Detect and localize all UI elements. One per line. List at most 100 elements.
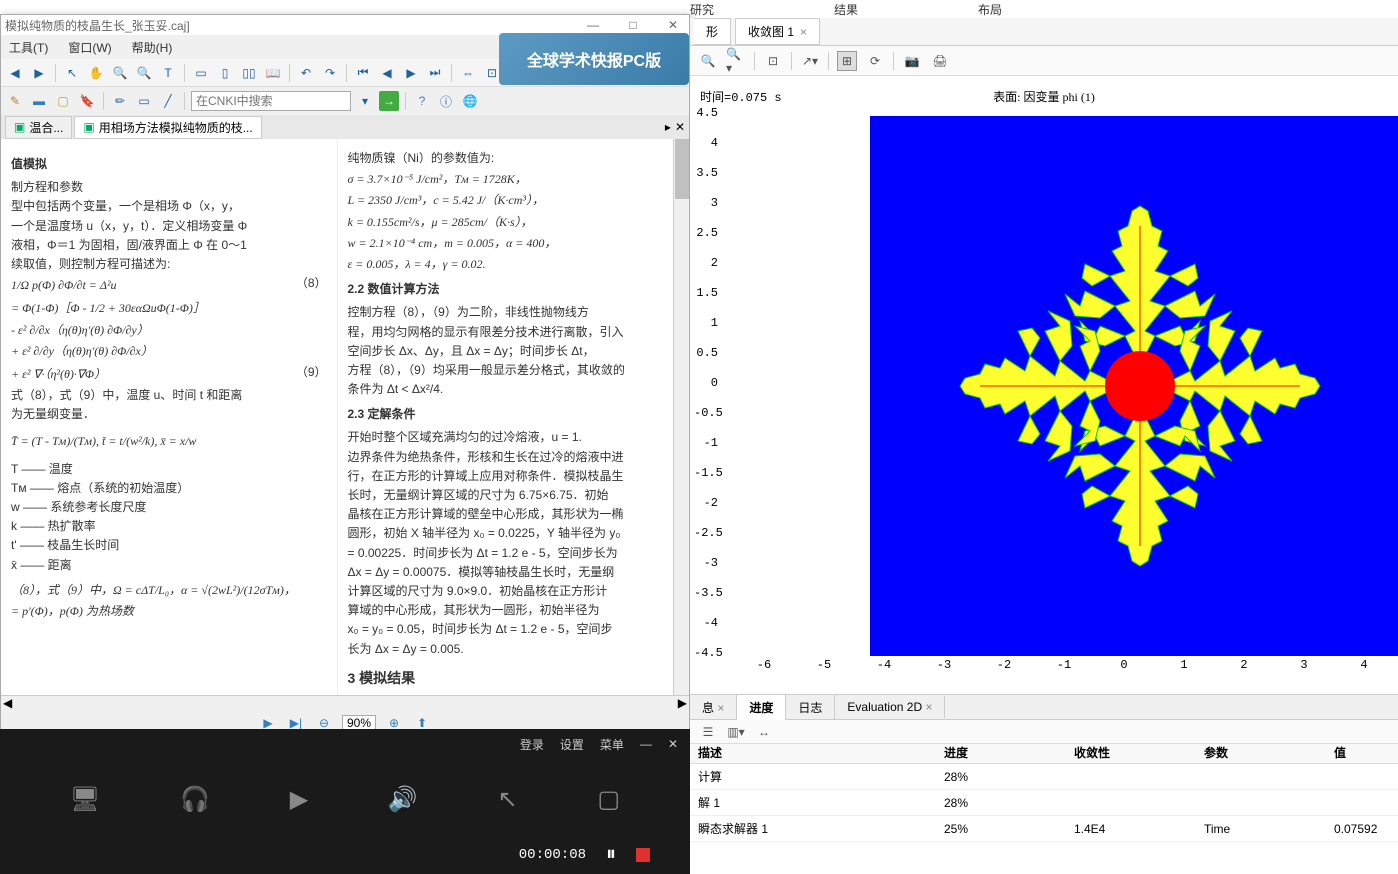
recorder-close-icon[interactable]: ✕ <box>668 737 678 751</box>
caj-toolbar-secondary: ✎ ▬ ▢ 🔖 ✏ ▭ ╱ ▾ → ? ⓘ 🌐 <box>1 87 689 115</box>
tab-evaluation[interactable]: Evaluation 2D × <box>835 696 945 718</box>
highlight-icon[interactable]: ▬ <box>29 91 49 111</box>
zoom-tool-icon[interactable]: 🔍 <box>698 51 718 71</box>
vertical-scrollbar[interactable] <box>673 139 689 695</box>
tab-info[interactable]: 息 × <box>690 695 737 720</box>
menu-tools[interactable]: 工具(T) <box>9 39 48 56</box>
caj-titlebar[interactable]: 模拟纯物质的枝晶生长_张玉妥.caj] — □ ✕ <box>1 15 689 35</box>
rect-icon[interactable]: ▭ <box>134 91 154 111</box>
caj-window-title: 模拟纯物质的枝晶生长_张玉妥.caj] <box>5 17 190 34</box>
view-continuous-icon[interactable]: ▯ <box>215 63 235 83</box>
caj-viewer-window: 模拟纯物质的枝晶生长_张玉妥.caj] — □ ✕ 工具(T) 窗口(W) 帮助… <box>0 14 690 729</box>
next-page-icon[interactable]: ▶ <box>401 63 421 83</box>
search-go-icon[interactable]: → <box>379 91 399 111</box>
cursor-icon[interactable]: ↖ <box>498 785 518 814</box>
rotate-right-icon[interactable]: ↷ <box>320 63 340 83</box>
print-icon[interactable]: 🖨 <box>930 51 950 71</box>
tab-log[interactable]: 日志 <box>786 695 835 720</box>
nav-back-icon[interactable]: ◀ <box>5 63 25 83</box>
pause-button[interactable]: ⏸ <box>606 843 616 866</box>
plot-tab-convergence[interactable]: 收敛图 1 × <box>735 18 820 45</box>
horizontal-scrollbar[interactable]: ◀ ▶ <box>1 695 689 711</box>
prev-page-icon[interactable]: ◀ <box>377 63 397 83</box>
quality-icon[interactable]: ▢ <box>597 785 620 814</box>
monitor-icon[interactable]: 🖥 <box>70 785 100 814</box>
recorder-controls: 00:00:08 ⏸ <box>519 843 650 866</box>
menu-window[interactable]: 窗口(W) <box>68 39 111 56</box>
plot-title: 表面: 因变量 phi (1) <box>993 88 1095 105</box>
view-book-icon[interactable]: 📖 <box>263 63 283 83</box>
y-axis: 4.5 4 3.5 3 2.5 2 1.5 1 0.5 0 -0.5 -1 -1… <box>694 106 718 661</box>
tab-close-icon[interactable]: × <box>800 25 807 39</box>
fit-width-icon[interactable]: ⇔ <box>458 63 478 83</box>
recorder-menu-button[interactable]: 菜单 <box>600 736 624 753</box>
search-input[interactable] <box>191 91 351 111</box>
view-facing-icon[interactable]: ▯▯ <box>239 63 259 83</box>
text-select-icon[interactable]: T <box>158 63 178 83</box>
stop-button[interactable] <box>636 848 650 862</box>
promo-banner[interactable]: 全球学术快报PC版 <box>499 33 689 85</box>
caj-document-tabs: ▣ 温合... ▣ 用相场方法模拟纯物质的枝... ▸ ✕ <box>1 115 689 139</box>
plot-area[interactable]: 时间=0.075 s 表面: 因变量 phi (1) 4.5 4 3.5 3 2… <box>690 76 1398 694</box>
recorder-minimize-icon[interactable]: — <box>640 737 652 751</box>
last-page-icon[interactable]: ⏭ <box>425 63 445 83</box>
grid-icon[interactable]: ⊞ <box>837 51 857 71</box>
dendrite-visualization <box>950 196 1330 576</box>
recorder-settings-button[interactable]: 设置 <box>560 736 584 753</box>
refresh-icon[interactable]: ⟳ <box>865 51 885 71</box>
rotate-left-icon[interactable]: ↶ <box>296 63 316 83</box>
plot-canvas[interactable] <box>720 106 1380 661</box>
tab-close-icon[interactable]: ✕ <box>675 120 685 134</box>
help-icon[interactable]: ? <box>412 91 432 111</box>
note-icon[interactable]: ▢ <box>53 91 73 111</box>
menu-research[interactable]: 研究 <box>690 1 714 18</box>
close-button[interactable]: ✕ <box>661 18 685 32</box>
video-icon[interactable]: ▶ <box>290 785 308 814</box>
document-tab-2[interactable]: ▣ 用相场方法模拟纯物质的枝... <box>74 116 261 139</box>
line-icon[interactable]: ╱ <box>158 91 178 111</box>
tab-progress[interactable]: 进度 <box>737 695 786 720</box>
comsol-plot-toolbar: 🔍 🔍▾ ⊡ ↗▾ ⊞ ⟳ 📷 🖨 <box>690 46 1398 76</box>
snapshot-icon[interactable]: 📷 <box>902 51 922 71</box>
expand-icon[interactable]: ↔ <box>754 722 774 742</box>
progress-toolbar: ☰ ▥▾ ↔ <box>690 720 1398 744</box>
scroll-left-icon[interactable]: ◀ <box>3 696 12 710</box>
hand-pan-icon[interactable]: ✋ <box>86 63 106 83</box>
arrow-cursor-icon[interactable]: ↖ <box>62 63 82 83</box>
tab-list-icon[interactable]: ▸ <box>665 120 671 134</box>
x-axis: -6 -5 -4 -3 -2 -1 0 1 2 3 4 <box>720 658 1380 674</box>
info-icon[interactable]: ⓘ <box>436 91 456 111</box>
measure-icon[interactable]: ↗▾ <box>800 51 820 71</box>
table-row[interactable]: 解 1 28% <box>690 790 1398 816</box>
minimize-button[interactable]: — <box>581 18 605 32</box>
plot-tab-shape[interactable]: 形 <box>694 18 731 45</box>
recording-time: 00:00:08 <box>519 847 586 863</box>
nav-forward-icon[interactable]: ▶ <box>29 63 49 83</box>
globe-icon[interactable]: 🌐 <box>460 91 480 111</box>
zoom-out-icon[interactable]: 🔍 <box>134 63 154 83</box>
scroll-right-icon[interactable]: ▶ <box>678 696 687 710</box>
zoom-box-icon[interactable]: 🔍▾ <box>726 51 746 71</box>
annotation-icon[interactable]: ✎ <box>5 91 25 111</box>
pencil-icon[interactable]: ✏ <box>110 91 130 111</box>
search-dropdown-icon[interactable]: ▾ <box>355 91 375 111</box>
first-page-icon[interactable]: ⏮ <box>353 63 373 83</box>
scroll-thumb[interactable] <box>675 139 689 199</box>
table-view-icon[interactable]: ▥▾ <box>726 722 746 742</box>
menu-help[interactable]: 帮助(H) <box>132 39 173 56</box>
view-single-icon[interactable]: ▭ <box>191 63 211 83</box>
list-view-icon[interactable]: ☰ <box>698 722 718 742</box>
bookmark-icon[interactable]: 🔖 <box>77 91 97 111</box>
plot-background <box>870 116 1398 656</box>
table-row[interactable]: 计算 28% <box>690 764 1398 790</box>
menu-layout[interactable]: 布局 <box>978 1 1002 18</box>
document-tab-1[interactable]: ▣ 温合... <box>5 116 72 139</box>
zoom-in-icon[interactable]: 🔍 <box>110 63 130 83</box>
table-row[interactable]: 瞬态求解器 1 25% 1.4E4 Time 0.07592 <box>690 816 1398 842</box>
menu-results[interactable]: 结果 <box>834 1 858 18</box>
maximize-button[interactable]: □ <box>621 18 645 32</box>
recorder-login-button[interactable]: 登录 <box>520 736 544 753</box>
volume-icon[interactable]: 🔊 <box>388 785 418 814</box>
headphones-icon[interactable]: 🎧 <box>180 785 210 814</box>
zoom-extents-icon[interactable]: ⊡ <box>763 51 783 71</box>
